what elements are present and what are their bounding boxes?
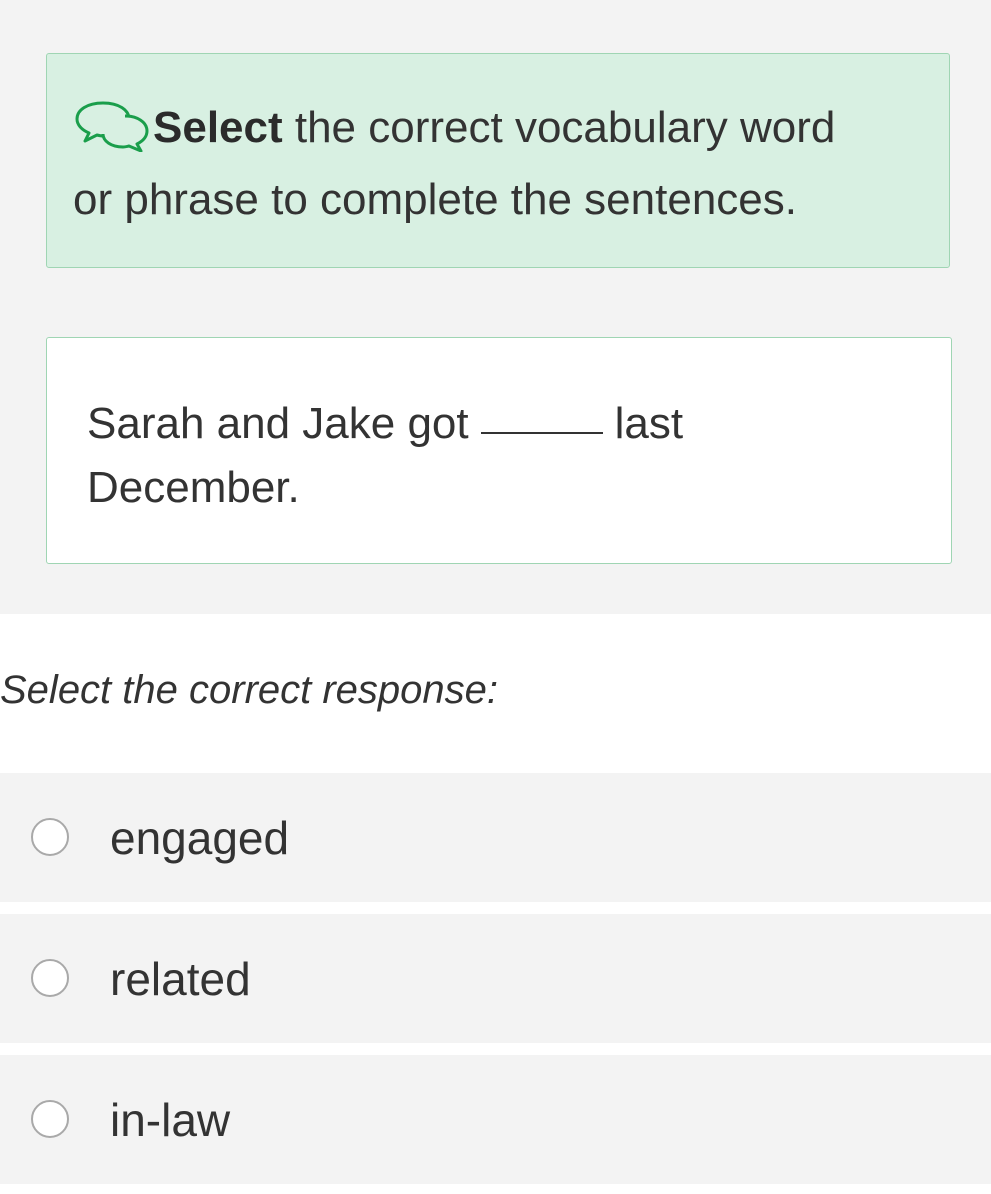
option-in-law[interactable]: in-law xyxy=(0,1055,991,1184)
option-label: in-law xyxy=(110,1094,231,1146)
instruction-text-line2: or phrase to complete the sentences. xyxy=(73,175,797,224)
question-panel: Select the correct vocabulary word or phr… xyxy=(0,0,991,614)
radio-button[interactable] xyxy=(31,959,69,997)
sentence-after-blank: last xyxy=(614,399,684,448)
option-label: engaged xyxy=(110,812,290,864)
question-box: Sarah and Jake got last December. xyxy=(46,337,952,564)
radio-button[interactable] xyxy=(31,818,69,856)
option-label: related xyxy=(110,953,251,1005)
radio-button[interactable] xyxy=(31,1100,69,1138)
option-related[interactable]: related xyxy=(0,914,991,1043)
sentence-before-blank: Sarah and Jake got xyxy=(87,399,469,448)
sentence-line2: December. xyxy=(87,463,300,512)
instruction-box: Select the correct vocabulary word or phr… xyxy=(46,53,950,268)
response-prompt: Select the correct response: xyxy=(0,668,499,712)
option-engaged[interactable]: engaged xyxy=(0,773,991,902)
speech-bubbles-icon xyxy=(73,98,153,153)
instruction-text-line1: the correct vocabulary word xyxy=(282,103,836,152)
instruction-bold: Select xyxy=(153,103,283,152)
sentence-blank xyxy=(480,432,603,434)
